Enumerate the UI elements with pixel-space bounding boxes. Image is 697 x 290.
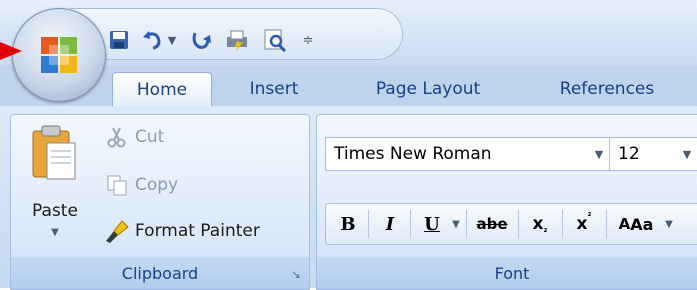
quick-access-toolbar: ▼ ≑ [70, 8, 403, 60]
font-size-value: 12 [618, 144, 640, 164]
annotation-arrow [0, 42, 22, 60]
separator [410, 210, 411, 238]
superscript-button[interactable]: x² [566, 204, 602, 244]
print-preview-icon [264, 29, 287, 52]
ribbon: Paste ▼ Cut Copy Format Painter Clipboar… [0, 106, 697, 290]
change-case-label: Aa [630, 214, 654, 234]
chevron-down-icon[interactable]: ▼ [588, 138, 610, 170]
redo-icon [192, 32, 211, 49]
undo-icon [143, 31, 161, 50]
chevron-down-icon[interactable]: ▼ [676, 138, 697, 170]
italic-button[interactable]: I [374, 204, 406, 244]
dialog-launcher-icon[interactable]: ↘ [289, 267, 303, 281]
copy-label: Copy [135, 175, 179, 195]
cut-button[interactable]: Cut [103, 125, 164, 149]
paste-icon [32, 125, 76, 180]
format-painter-button[interactable]: Format Painter [103, 219, 260, 243]
office-logo-icon [41, 37, 77, 73]
underline-button[interactable]: U [416, 204, 448, 244]
superscript-icon: x [576, 214, 588, 234]
undo-dropdown-button[interactable]: ▼ [164, 25, 180, 55]
change-case-button[interactable]: A Aa [610, 204, 662, 244]
chevron-down-icon: ▼ [51, 227, 59, 238]
font-group-label: Font [317, 257, 697, 289]
chevron-down-icon[interactable]: ▼ [448, 204, 464, 244]
font-name-combo[interactable]: Times New Roman ▼ [325, 137, 611, 171]
clipboard-group-title: Clipboard [121, 263, 199, 283]
font-group-title: Font [494, 263, 530, 283]
font-group: Times New Roman ▼ 12 ▼ B I U ▼ abe x₂ x² [316, 114, 697, 290]
customize-qat-icon: ≑ [302, 32, 314, 48]
ribbon-tab-bar: Home Insert Page Layout References [0, 66, 697, 107]
redo-button[interactable] [186, 25, 216, 55]
subscript-icon: x [532, 214, 544, 234]
save-button[interactable] [104, 25, 134, 55]
font-size-combo[interactable]: 12 ▼ [609, 137, 697, 171]
paste-button[interactable]: Paste ▼ [19, 121, 91, 255]
chevron-down-icon: ▼ [167, 33, 177, 47]
chevron-down-icon[interactable]: ▼ [662, 204, 676, 244]
scissors-icon [103, 125, 131, 149]
cut-label: Cut [135, 127, 165, 147]
format-painter-label: Format Painter [135, 221, 260, 241]
subscript-button[interactable]: x₂ [522, 204, 558, 244]
clipboard-group: Paste ▼ Cut Copy Format Painter Clipboar… [10, 114, 310, 290]
copy-icon [103, 173, 131, 197]
save-icon [110, 31, 128, 49]
separator [466, 210, 467, 238]
tab-references[interactable]: References [532, 72, 682, 106]
separator [606, 210, 607, 238]
office-button[interactable] [12, 8, 106, 102]
tab-insert[interactable]: Insert [230, 72, 318, 106]
copy-button[interactable]: Copy [103, 173, 178, 197]
format-painter-icon [103, 219, 131, 243]
font-name-value: Times New Roman [334, 144, 492, 164]
separator [518, 210, 519, 238]
bold-button[interactable]: B [332, 204, 364, 244]
font-format-toolbar: B I U ▼ abe x₂ x² A Aa ▼ [325, 203, 697, 245]
strikethrough-button[interactable]: abe [470, 204, 514, 244]
quick-print-icon [227, 30, 247, 52]
tab-home[interactable]: Home [112, 72, 212, 107]
paste-label: Paste [32, 201, 78, 221]
quick-print-button[interactable] [222, 25, 252, 55]
separator [562, 210, 563, 238]
customize-qat-button[interactable]: ≑ [298, 25, 318, 55]
print-preview-button[interactable] [260, 25, 290, 55]
separator [368, 210, 369, 238]
tab-page-layout[interactable]: Page Layout [348, 72, 508, 106]
clipboard-group-label: Clipboard [11, 257, 309, 289]
